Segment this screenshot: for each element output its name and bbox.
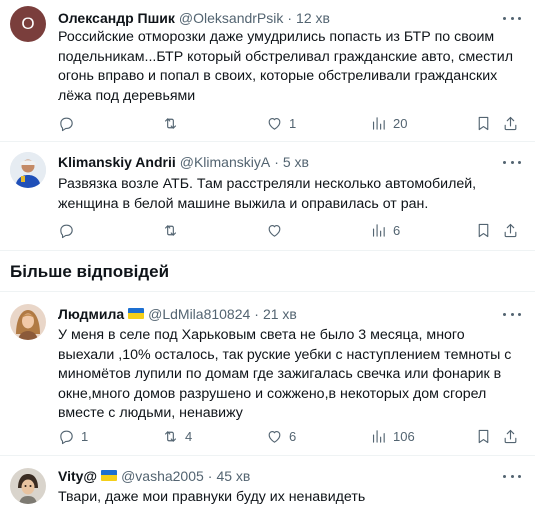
views-icon [370,428,387,445]
tweet-text: Твари, даже мои правнуки буду их ненавид… [58,489,366,505]
author-handle[interactable]: @vasha2005 [121,468,204,484]
share-button[interactable] [502,426,519,446]
views-icon [370,115,387,132]
view-count: 6 [393,222,401,238]
reply-icon [58,115,75,132]
reply-button[interactable] [58,113,81,133]
tweet-text: У меня в селе под Харьковым света не был… [58,327,512,422]
reply-count: 1 [81,428,89,444]
like-icon [266,222,283,239]
avatar-image [10,468,46,504]
reply-icon [58,222,75,239]
avatar[interactable] [10,304,46,340]
bookmark-icon [475,222,492,239]
tweet-header: Vity@ @vasha2005 · 45 хв [58,466,495,486]
bookmark-button[interactable] [475,426,492,446]
tweet[interactable]: O Олександр Пшик @OleksandrPsik · 12 хв … [0,0,535,140]
tweet[interactable]: Klimanskiy Andrii @KlimanskiyA · 5 хв Ра… [0,142,535,250]
author-name[interactable]: Людмила [58,306,124,322]
ukraine-flag-icon [128,307,145,319]
timestamp[interactable]: 5 хв [283,154,309,170]
bookmark-button[interactable] [475,113,492,133]
views-button[interactable]: 106 [370,426,415,446]
timestamp[interactable]: 12 хв [296,10,330,26]
tweet-header: Klimanskiy Andrii @KlimanskiyA · 5 хв [58,152,495,172]
author-handle[interactable]: @KlimanskiyA [180,154,270,170]
author-handle[interactable]: @LdMila810824 [148,306,250,322]
separator-dot: · [287,10,293,26]
author-handle[interactable]: @OleksandrPsik [179,10,283,26]
like-count: 6 [289,428,297,444]
share-icon [502,222,519,239]
bookmark-button[interactable] [475,220,492,240]
like-icon [266,115,283,132]
share-icon [502,428,519,445]
reply-button[interactable] [58,220,81,240]
share-button[interactable] [502,220,519,240]
more-icon[interactable] [503,153,521,171]
tweet[interactable]: Людмила @LdMila810824 · 21 хв У меня в с… [0,292,535,454]
views-button[interactable]: 20 [370,113,407,133]
retweet-icon [162,428,179,445]
retweet-count: 4 [185,428,193,444]
separator-dot: · [207,468,213,484]
retweet-button[interactable] [162,220,185,240]
separator-dot: · [254,306,259,322]
section-title: Більше відповідей [10,262,170,281]
avatar[interactable] [10,152,46,188]
reply-button[interactable]: 1 [58,426,88,446]
more-icon[interactable] [503,305,521,323]
tweet[interactable]: Vity@ @vasha2005 · 45 хв Твари, даже мои… [0,456,535,517]
retweet-icon [162,115,179,132]
avatar-image [10,152,46,188]
tweet-text: Российские отморозки даже умудрились поп… [58,29,513,104]
like-icon [266,428,283,445]
reply-icon [58,428,75,445]
like-button[interactable]: 1 [266,113,296,133]
divider [0,250,535,251]
action-bar: 1 4 6 106 [58,426,521,446]
retweet-button[interactable]: 4 [162,426,192,446]
action-bar: 6 [58,220,521,240]
view-count: 20 [393,115,408,131]
like-button[interactable] [266,220,289,240]
avatar[interactable] [10,468,46,504]
views-button[interactable]: 6 [370,220,400,240]
share-button[interactable] [502,113,519,133]
author-name[interactable]: Vity@ [58,468,97,484]
retweet-button[interactable] [162,113,185,133]
retweet-icon [162,222,179,239]
author-name[interactable]: Klimanskiy Andrii [58,154,176,170]
tweet-header: Людмила @LdMila810824 · 21 хв [58,304,495,324]
bookmark-icon [475,115,492,132]
tweet-text: Развязка возле АТБ. Там расстреляли неск… [58,176,477,212]
view-count: 106 [393,428,415,444]
like-button[interactable]: 6 [266,426,296,446]
timestamp[interactable]: 21 хв [263,306,297,322]
bookmark-icon [475,428,492,445]
tweet-header: Олександр Пшик @OleksandrPsik · 12 хв [58,8,495,28]
ukraine-flag-icon [101,469,118,481]
avatar[interactable]: O [10,6,46,42]
action-bar: 1 20 [58,113,521,133]
more-icon[interactable] [503,9,521,27]
views-icon [370,222,387,239]
share-icon [502,115,519,132]
more-icon[interactable] [503,467,521,485]
separator-dot: · [274,154,279,170]
avatar-image [10,304,46,340]
timestamp[interactable]: 45 хв [216,468,250,484]
like-count: 1 [289,115,297,131]
author-name[interactable]: Олександр Пшик [58,10,175,26]
